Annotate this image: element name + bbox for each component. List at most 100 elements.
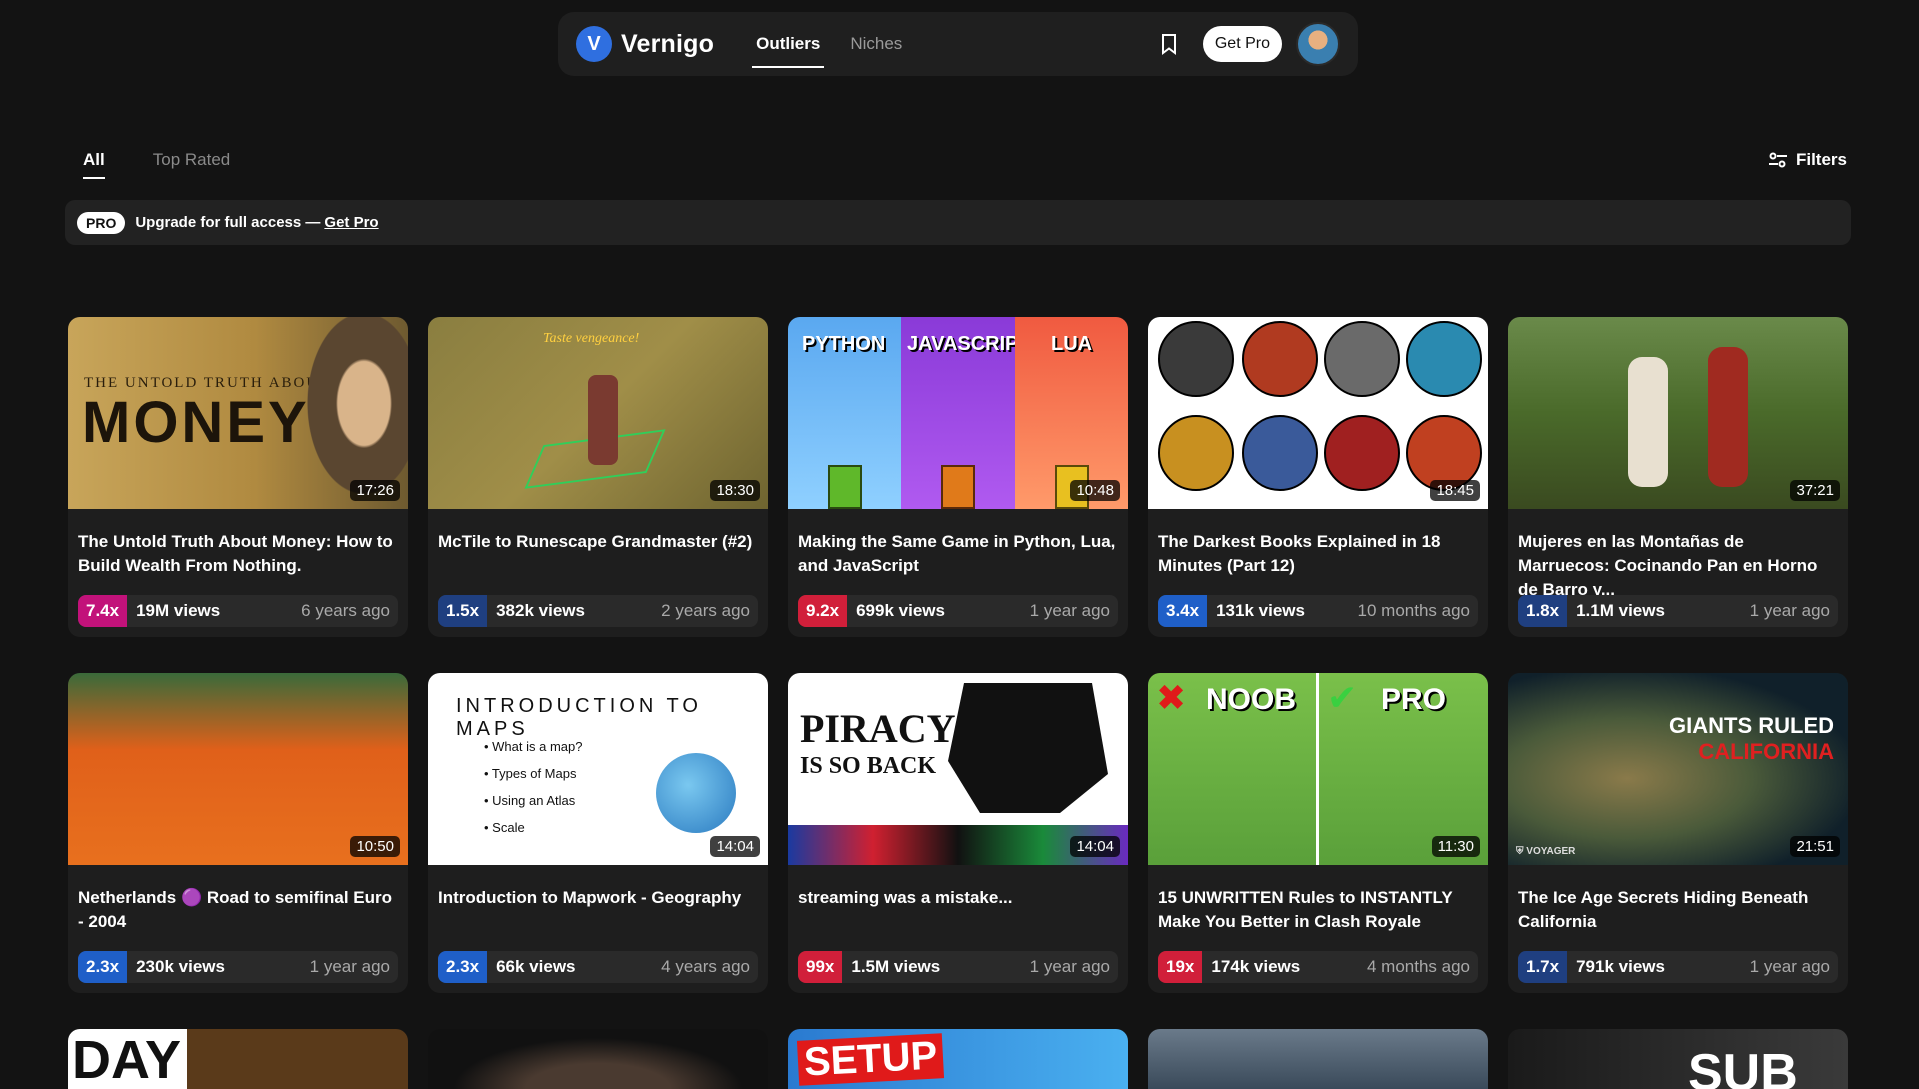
video-title[interactable]: streaming was a mistake... [798, 886, 1116, 910]
top-nav: V Vernigo Outliers Niches Get Pro [558, 12, 1358, 76]
video-card[interactable]: 10:50 Netherlands 🟣 Road to semifinal Eu… [68, 673, 408, 993]
video-card[interactable]: 37:21 Mujeres en las Montañas de Marruec… [1508, 317, 1848, 637]
video-stats: 9.2x 699k views 1 year ago [798, 595, 1118, 627]
video-thumbnail[interactable]: 37:21 [1508, 317, 1848, 509]
thumb-character [588, 375, 618, 465]
thumb-panel-label: PRO [1381, 683, 1447, 716]
view-count: 382k views [496, 601, 585, 620]
video-title[interactable]: The Darkest Books Explained in 18 Minute… [1158, 530, 1476, 578]
video-thumbnail[interactable]: SETUP [788, 1029, 1128, 1089]
nav-link-outliers[interactable]: Outliers [752, 28, 825, 68]
view-count: 699k views [856, 601, 945, 620]
video-title[interactable]: The Ice Age Secrets Hiding Beneath Calif… [1518, 886, 1836, 934]
thumb-caption: SETUP [796, 1033, 945, 1086]
video-title[interactable]: Netherlands 🟣 Road to semifinal Euro - 2… [78, 886, 396, 934]
thumb-book-circle [1324, 321, 1400, 397]
view-count: 66k views [496, 957, 576, 976]
video-duration: 37:21 [1790, 480, 1840, 501]
outlier-multiplier: 2.3x [78, 951, 128, 983]
video-thumbnail[interactable] [1148, 1029, 1488, 1089]
brand-name[interactable]: Vernigo [621, 30, 714, 59]
outlier-multiplier: 99x [798, 951, 843, 983]
video-title[interactable]: Mujeres en las Montañas de Marruecos: Co… [1518, 530, 1836, 602]
video-thumbnail[interactable]: Taste vengeance! 18:30 [428, 317, 768, 509]
avatar[interactable] [1296, 22, 1340, 66]
video-thumbnail[interactable]: 18:45 [1148, 317, 1488, 509]
video-thumbnail[interactable]: PYTHON JAVASCRIPT LUA 10:48 [788, 317, 1128, 509]
video-title[interactable]: Introduction to Mapwork - Geography [438, 886, 756, 910]
get-pro-button[interactable]: Get Pro [1202, 26, 1282, 62]
thumb-book-circle [1242, 321, 1318, 397]
upload-age: 10 months ago [1357, 601, 1470, 620]
video-duration: 10:50 [350, 836, 400, 857]
thumb-book-circle [1158, 415, 1234, 491]
thumb-panel-label: JAVASCRIPT [907, 333, 1031, 355]
thumb-big-text: IS SO BACK [800, 753, 937, 779]
video-thumbnail[interactable]: ✖ NOOB ✔ PRO 11:30 [1148, 673, 1488, 865]
video-thumbnail[interactable]: SUB [1508, 1029, 1848, 1089]
thumb-caption: PIRACY [800, 706, 956, 751]
thumb-book-circle [1158, 321, 1234, 397]
video-stats: 99x 1.5M views 1 year ago [798, 951, 1118, 983]
upload-age: 4 years ago [661, 957, 750, 976]
filters-button[interactable]: Filters [1768, 150, 1847, 170]
filters-label: Filters [1795, 150, 1847, 169]
video-card[interactable]: THE UNTOLD TRUTH ABOUT MONEY 17:26 The U… [68, 317, 408, 637]
video-thumbnail[interactable]: DAY [68, 1029, 408, 1089]
upload-age: 6 years ago [301, 601, 390, 620]
thumb-caption: DAY [72, 1030, 182, 1089]
view-count: 1.5M views [851, 957, 941, 976]
video-stats: 7.4x 19M views 6 years ago [78, 595, 398, 627]
tab-top-rated[interactable]: Top Rated [153, 150, 231, 176]
thumb-book-circle [1242, 415, 1318, 491]
outlier-multiplier: 1.7x [1518, 951, 1568, 983]
upgrade-banner: PRO Upgrade for full access — Get Pro [65, 200, 1851, 245]
tab-all[interactable]: All [83, 150, 105, 179]
filters-icon [1768, 152, 1787, 168]
video-card[interactable]: INTRODUCTION TO MAPS • What is a map? • T… [428, 673, 768, 993]
video-title[interactable]: The Untold Truth About Money: How to Bui… [78, 530, 396, 578]
globe-icon [656, 753, 736, 833]
video-card[interactable]: 18:45 The Darkest Books Explained in 18 … [1148, 317, 1488, 637]
thumb-panel-label: NOOB [1206, 683, 1296, 716]
video-duration: 10:48 [1070, 480, 1120, 501]
video-card[interactable]: Taste vengeance! 18:30 McTile to Runesca… [428, 317, 768, 637]
nav-link-niches[interactable]: Niches [850, 28, 902, 60]
bookmark-icon[interactable] [1157, 32, 1181, 56]
video-stats: 1.5x 382k views 2 years ago [438, 595, 758, 627]
video-thumbnail[interactable]: GIANTS RULED CALIFORNIA ⛨ VOYAGER 21:51 [1508, 673, 1848, 865]
video-thumbnail[interactable]: THE UNTOLD TRUTH ABOUT MONEY 17:26 [68, 317, 408, 509]
thumb-person [1628, 357, 1668, 487]
video-card[interactable]: PIRACY IS SO BACK 14:04 streaming was a … [788, 673, 1128, 993]
video-thumbnail[interactable]: 10:50 [68, 673, 408, 865]
check-icon: ✔ [1327, 677, 1358, 718]
thumb-panel-label: PYTHON [802, 333, 886, 355]
video-title[interactable]: Making the Same Game in Python, Lua, and… [798, 530, 1116, 578]
outlier-multiplier: 1.8x [1518, 595, 1568, 627]
video-title[interactable]: McTile to Runescape Grandmaster (#2) [438, 530, 756, 554]
upload-age: 1 year ago [1749, 957, 1830, 976]
video-title[interactable]: 15 UNWRITTEN Rules to INSTANTLY Make You… [1158, 886, 1476, 934]
video-duration: 18:30 [710, 480, 760, 501]
outlier-multiplier: 1.5x [438, 595, 488, 627]
video-thumbnail[interactable] [428, 1029, 768, 1089]
video-card[interactable]: ✖ NOOB ✔ PRO 11:30 15 UNWRITTEN Rules to… [1148, 673, 1488, 993]
voyager-logo: ⛨ VOYAGER [1516, 846, 1576, 857]
thumb-caption-line: CALIFORNIA [1698, 739, 1834, 764]
thumb-caption: Taste vengeance! [543, 331, 640, 346]
pro-badge: PRO [77, 211, 126, 234]
thumb-book-circle [1406, 321, 1482, 397]
thumb-big-text: MONEY [82, 390, 310, 455]
thumb-caption: SUB [1688, 1044, 1798, 1089]
logo-icon[interactable]: V [576, 26, 612, 62]
video-thumbnail[interactable]: INTRODUCTION TO MAPS • What is a map? • T… [428, 673, 768, 865]
video-thumbnail[interactable]: PIRACY IS SO BACK 14:04 [788, 673, 1128, 865]
video-card[interactable]: PYTHON JAVASCRIPT LUA 10:48 Making the S… [788, 317, 1128, 637]
banner-get-pro-link[interactable]: Get Pro [324, 214, 378, 231]
outlier-multiplier: 19x [1158, 951, 1203, 983]
thumb-panel-javascript: JAVASCRIPT [901, 317, 1031, 509]
video-duration: 18:45 [1430, 480, 1480, 501]
upload-age: 1 year ago [1029, 957, 1110, 976]
view-count: 131k views [1216, 601, 1305, 620]
video-card[interactable]: GIANTS RULED CALIFORNIA ⛨ VOYAGER 21:51 … [1508, 673, 1848, 993]
